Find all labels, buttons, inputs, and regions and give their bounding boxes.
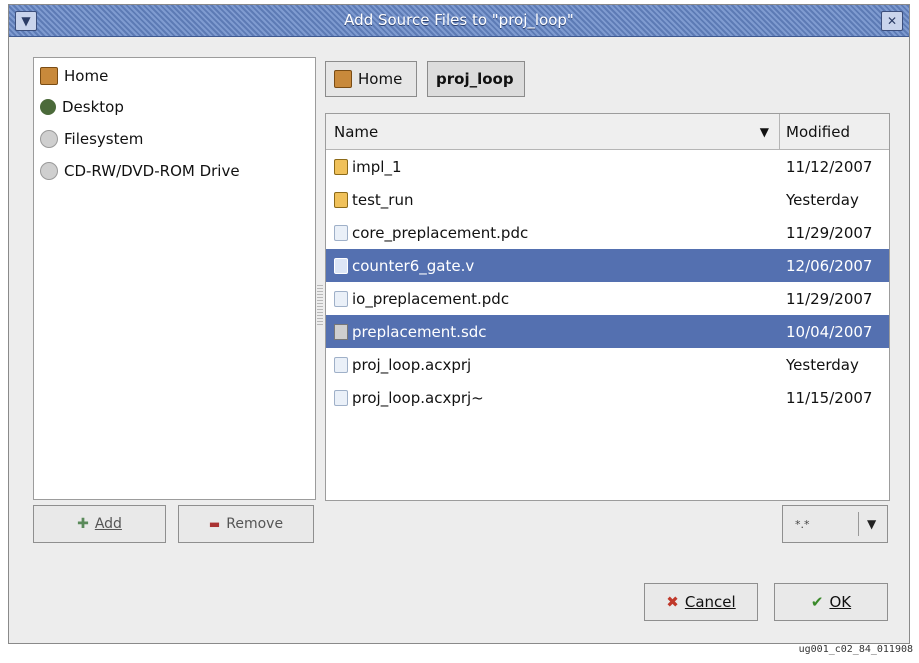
ok-button[interactable]: ✔ OK [774, 583, 888, 621]
check-icon: ✔ [810, 593, 824, 611]
file-modified: 11/12/2007 [786, 157, 873, 176]
cdrom-icon [40, 162, 58, 180]
column-label: Name [334, 122, 379, 141]
place-item-filesystem[interactable]: Filesystem [40, 127, 143, 151]
file-name: impl_1 [352, 157, 402, 176]
file-row-selected[interactable]: counter6_gate.v 12/06/2007 [326, 249, 889, 282]
place-item-desktop[interactable]: Desktop [40, 95, 124, 119]
place-label: Desktop [62, 98, 124, 116]
place-item-cdrom[interactable]: CD-RW/DVD-ROM Drive [40, 159, 240, 183]
file-name: preplacement.sdc [352, 322, 487, 341]
file-row[interactable]: core_preplacement.pdc 11/29/2007 [326, 216, 889, 249]
file-name: core_preplacement.pdc [352, 223, 529, 242]
desktop-icon [40, 99, 56, 115]
place-label: CD-RW/DVD-ROM Drive [64, 162, 240, 180]
file-modified: Yesterday [786, 190, 859, 209]
path-label: Home [358, 70, 403, 88]
path-label: proj_loop [436, 70, 514, 88]
file-icon [334, 389, 348, 406]
pane-resize-handle[interactable] [317, 285, 323, 325]
file-row[interactable]: io_preplacement.pdc 11/29/2007 [326, 282, 889, 315]
path-button-home[interactable]: Home [325, 61, 417, 97]
chevron-down-icon: ▼ [867, 517, 877, 531]
remove-button[interactable]: ▬ Remove [178, 505, 314, 543]
file-name: counter6_gate.v [352, 256, 475, 275]
home-icon [40, 67, 58, 85]
file-icon [334, 290, 348, 307]
script-file-icon [334, 323, 348, 340]
file-name: proj_loop.acxprj~ [352, 388, 484, 407]
path-button-proj-loop[interactable]: proj_loop [427, 61, 525, 97]
file-icon [334, 224, 348, 241]
close-icon: ✕ [886, 14, 898, 28]
folder-icon [334, 191, 348, 208]
place-item-home[interactable]: Home [40, 64, 108, 88]
add-icon: ✚ [77, 516, 89, 532]
file-icon [334, 356, 348, 373]
figure-caption: ug001_c02_84_011908 [798, 644, 913, 655]
close-button[interactable]: ✕ [881, 11, 903, 31]
cancel-label: Cancel [684, 593, 736, 611]
file-icon [334, 257, 348, 274]
add-label: Add [94, 516, 122, 532]
add-button[interactable]: ✚ Add [33, 505, 166, 543]
file-row[interactable]: proj_loop.acxprj Yesterday [326, 348, 889, 381]
column-header-name[interactable]: Name ▼ [326, 114, 780, 150]
file-row[interactable]: test_run Yesterday [326, 183, 889, 216]
home-icon [334, 70, 352, 88]
file-name: proj_loop.acxprj [352, 355, 472, 374]
remove-icon: ▬ [208, 517, 221, 531]
file-modified: 10/04/2007 [786, 322, 873, 341]
ok-label: OK [829, 593, 852, 611]
remove-label: Remove [226, 516, 284, 532]
places-list: Home Desktop Filesystem CD-RW/DVD-ROM Dr… [33, 57, 316, 500]
file-name: io_preplacement.pdc [352, 289, 510, 308]
cancel-icon: ✖ [666, 593, 679, 611]
file-list: Name ▼ Modified impl_1 11/12/2007 test_r… [325, 113, 890, 501]
file-modified: 12/06/2007 [786, 256, 873, 275]
add-source-files-dialog: ▼ Add Source Files to "proj_loop" ✕ Home… [8, 4, 910, 644]
window-title: Add Source Files to "proj_loop" [344, 11, 574, 29]
column-label: Modified [786, 122, 851, 141]
file-row-selected[interactable]: preplacement.sdc 10/04/2007 [326, 315, 889, 348]
cancel-button[interactable]: ✖ Cancel [644, 583, 758, 621]
file-modified: Yesterday [786, 355, 859, 374]
filter-value: *.* [795, 517, 810, 531]
file-name: test_run [352, 190, 414, 209]
file-row[interactable]: proj_loop.acxprj~ 11/15/2007 [326, 381, 889, 414]
file-filter-combo[interactable]: *.* ▼ [782, 505, 888, 543]
sort-chevron-icon: ▼ [759, 124, 769, 139]
title-bar[interactable]: ▼ Add Source Files to "proj_loop" ✕ [9, 5, 909, 37]
column-header-modified[interactable]: Modified [780, 114, 889, 150]
filesystem-icon [40, 130, 58, 148]
file-modified: 11/29/2007 [786, 223, 873, 242]
place-label: Home [64, 67, 109, 85]
file-row[interactable]: impl_1 11/12/2007 [326, 150, 889, 183]
folder-icon [334, 158, 348, 175]
place-label: Filesystem [64, 130, 144, 148]
file-modified: 11/15/2007 [786, 388, 873, 407]
file-modified: 11/29/2007 [786, 289, 873, 308]
